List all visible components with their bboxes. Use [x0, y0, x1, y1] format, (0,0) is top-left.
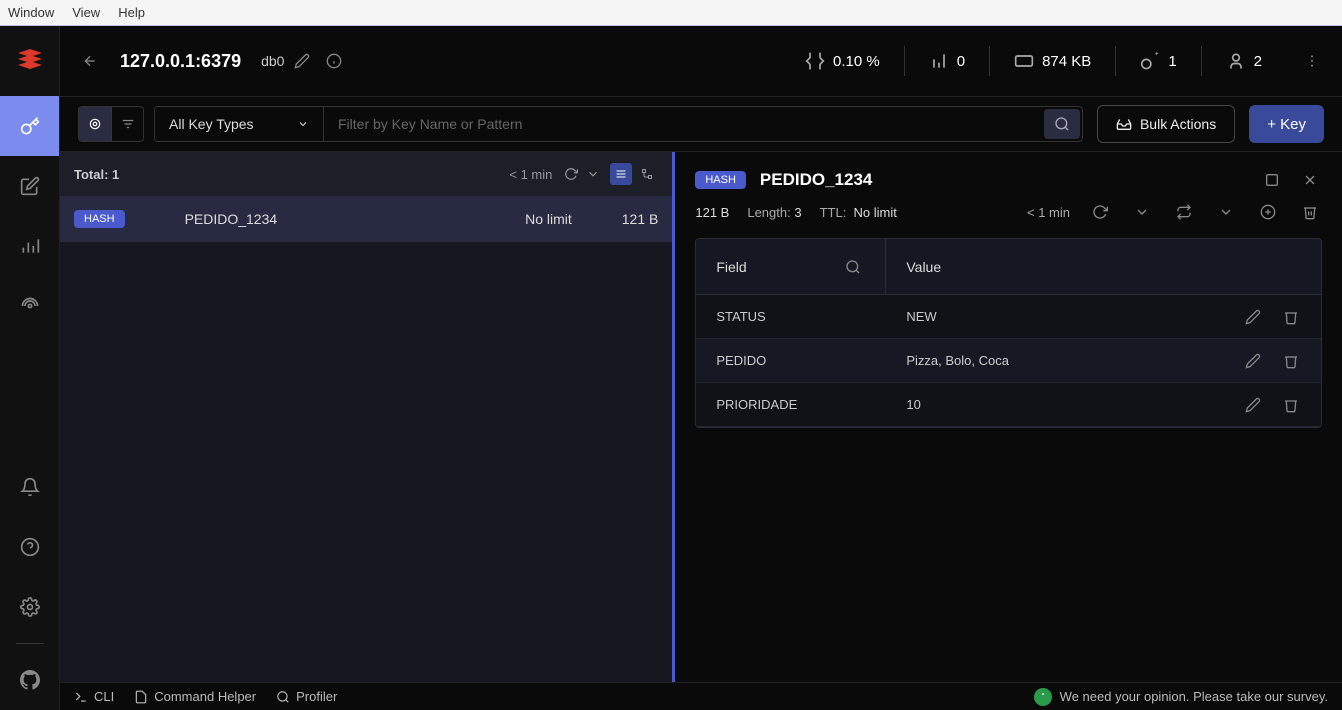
menu-window[interactable]: Window [8, 5, 54, 20]
detail-chevron-icon[interactable] [1130, 200, 1154, 224]
detail-key-name: PEDIDO_1234 [760, 170, 872, 190]
cell-value: Pizza, Bolo, Coca [886, 353, 1221, 368]
key-size: 121 B [622, 211, 659, 227]
detail-type-badge: HASH [695, 171, 746, 189]
detail-refresh-icon[interactable] [1088, 200, 1112, 224]
last-refresh: < 1 min [509, 167, 552, 182]
edit-row-icon[interactable] [1241, 349, 1265, 373]
footer-profiler[interactable]: Profiler [276, 689, 337, 704]
cell-field: PRIORIDADE [696, 397, 886, 412]
survey-link[interactable]: We need your opinion. Please take our su… [1034, 688, 1328, 706]
detail-pane: HASH PEDIDO_1234 121 B Length: 3 TTL: No… [675, 152, 1342, 682]
menu-view[interactable]: View [72, 5, 100, 20]
nav-notifications-icon[interactable] [0, 457, 59, 517]
back-button[interactable] [78, 49, 102, 73]
survey-icon [1034, 688, 1052, 706]
toolbar: All Key Types Bulk Actions + Key [60, 96, 1342, 152]
cell-field: STATUS [696, 309, 886, 324]
add-field-icon[interactable] [1256, 200, 1280, 224]
key-ttl: No limit [525, 211, 572, 227]
cell-value: NEW [886, 309, 1221, 324]
nav-workbench-icon[interactable] [0, 156, 59, 216]
table-row[interactable]: PRIORIDADE 10 [696, 383, 1321, 427]
logo [0, 26, 59, 96]
search-button[interactable] [1044, 109, 1080, 139]
edit-row-icon[interactable] [1241, 393, 1265, 417]
hash-table: Field Value STATUS NEW PEDIDO Pizz [695, 238, 1322, 428]
stat-keys: 1 [1116, 51, 1200, 71]
refresh-icon[interactable] [560, 163, 582, 185]
detail-chevron2-icon[interactable] [1214, 200, 1238, 224]
nav-github-icon[interactable] [0, 650, 59, 710]
fullscreen-icon[interactable] [1260, 168, 1284, 192]
nav-analysis-icon[interactable] [0, 216, 59, 276]
delete-key-icon[interactable] [1298, 200, 1322, 224]
nav-browser-icon[interactable] [0, 96, 59, 156]
more-menu-icon[interactable] [1300, 49, 1324, 73]
footer-cli[interactable]: CLI [74, 689, 114, 704]
field-search-icon[interactable] [841, 255, 865, 279]
search-input[interactable] [324, 107, 1042, 141]
menu-help[interactable]: Help [118, 5, 145, 20]
keys-pane: Total: 1 < 1 min [60, 152, 675, 682]
edit-db-icon[interactable] [290, 49, 314, 73]
nav-pubsub-icon[interactable] [0, 276, 59, 336]
footer-command-helper[interactable]: Command Helper [134, 689, 256, 704]
cell-value: 10 [886, 397, 1221, 412]
delete-row-icon[interactable] [1279, 393, 1303, 417]
key-type-badge: HASH [74, 210, 125, 228]
db-selector[interactable]: db0 [261, 53, 284, 69]
edit-row-icon[interactable] [1241, 305, 1265, 329]
key-type-dropdown[interactable]: All Key Types [154, 106, 324, 142]
filter-mode-2-icon[interactable] [111, 107, 143, 141]
list-view-toggle[interactable] [610, 163, 632, 185]
stat-memory: 874 KB [990, 51, 1115, 71]
keys-list-header: Total: 1 < 1 min [60, 152, 672, 196]
info-icon[interactable] [322, 49, 346, 73]
detail-last-refresh: < 1 min [1027, 205, 1070, 220]
sidebar [0, 26, 60, 710]
tree-view-toggle[interactable] [636, 163, 658, 185]
footer: CLI Command Helper Profiler We need your… [60, 682, 1342, 710]
cell-field: PEDIDO [696, 353, 886, 368]
stat-cpu: 0.10 % [781, 51, 904, 71]
close-icon[interactable] [1298, 168, 1322, 192]
column-value: Value [886, 239, 1321, 294]
detail-size: 121 B [695, 205, 729, 220]
filter-mode-1-icon[interactable] [79, 107, 111, 141]
nav-settings-icon[interactable] [0, 577, 59, 637]
add-key-button[interactable]: + Key [1249, 105, 1324, 143]
stat-clients: 2 [1202, 51, 1286, 71]
table-row[interactable]: PEDIDO Pizza, Bolo, Coca [696, 339, 1321, 383]
chevron-down-icon[interactable] [582, 163, 604, 185]
connection-host: 127.0.0.1:6379 [120, 51, 241, 72]
detail-sync-icon[interactable] [1172, 200, 1196, 224]
key-row[interactable]: HASH PEDIDO_1234 No limit 121 B [60, 196, 672, 242]
nav-help-icon[interactable] [0, 517, 59, 577]
table-row[interactable]: STATUS NEW [696, 295, 1321, 339]
bulk-actions-button[interactable]: Bulk Actions [1097, 105, 1235, 143]
delete-row-icon[interactable] [1279, 349, 1303, 373]
key-name: PEDIDO_1234 [185, 211, 278, 227]
column-field: Field [696, 239, 886, 294]
stat-commands: 0 [905, 51, 989, 71]
menubar: Window View Help [0, 0, 1342, 26]
topbar: 127.0.0.1:6379 db0 0.10 % 0 874 KB [60, 26, 1342, 96]
delete-row-icon[interactable] [1279, 305, 1303, 329]
